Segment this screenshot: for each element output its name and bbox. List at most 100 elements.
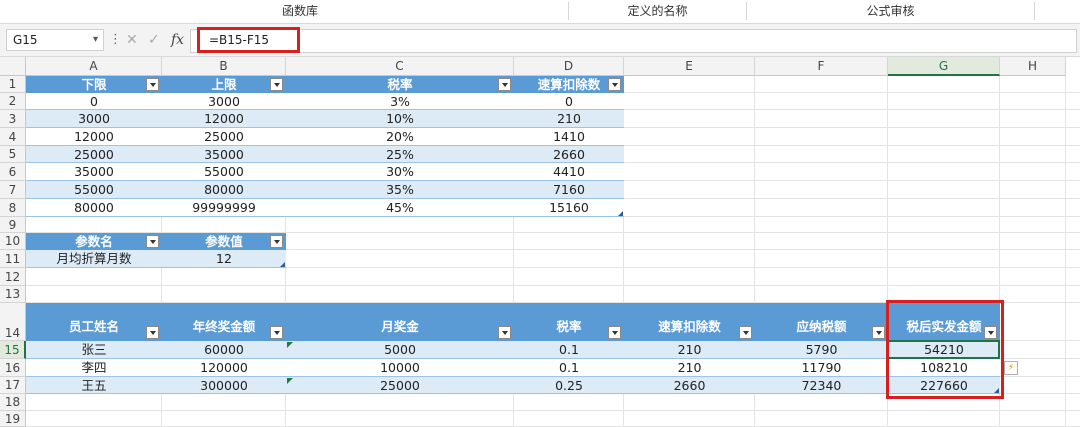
row-header-6[interactable]: 6 (0, 163, 26, 181)
lightning-icon[interactable]: ⚡ (1004, 361, 1018, 375)
bonus-table-header[interactable]: 月奖金 (286, 303, 514, 341)
filter-dropdown-icon[interactable] (270, 326, 283, 339)
row-header-18[interactable]: 18 (0, 394, 26, 411)
tax-table-cell[interactable]: 25% (286, 146, 514, 163)
bonus-table-cell[interactable]: 300000 (162, 377, 286, 394)
bonus-table-cell[interactable]: 60000 (162, 341, 286, 359)
filter-dropdown-icon[interactable] (498, 326, 511, 339)
tax-table-cell[interactable]: 25000 (26, 146, 162, 163)
tax-table-header[interactable]: 税率 (286, 76, 514, 93)
tax-table-cell[interactable]: 4410 (514, 163, 624, 181)
bonus-table-cell[interactable]: 李四 (26, 359, 162, 377)
bonus-table-cell[interactable]: 120000 (162, 359, 286, 377)
filter-dropdown-icon[interactable] (146, 78, 159, 91)
tax-table-cell[interactable]: 7160 (514, 181, 624, 199)
param-table-header[interactable]: 参数名 (26, 233, 162, 250)
filter-dropdown-icon[interactable] (270, 78, 283, 91)
tax-table-header[interactable]: 上限 (162, 76, 286, 93)
bonus-table-cell[interactable]: 5000 (286, 341, 514, 359)
bonus-table-cell[interactable]: 5790 (755, 341, 888, 359)
filter-dropdown-icon[interactable] (608, 326, 621, 339)
filter-dropdown-icon[interactable] (146, 235, 159, 248)
row-header-17[interactable]: 17 (0, 377, 26, 394)
cancel-icon[interactable]: ✕ (126, 29, 138, 51)
tax-table-cell[interactable]: 10% (286, 110, 514, 128)
row-header-10[interactable]: 10 (0, 233, 26, 250)
formula-input[interactable] (190, 29, 1077, 53)
tax-table-cell[interactable]: 80000 (162, 181, 286, 199)
bonus-table-cell[interactable]: 0.1 (514, 359, 624, 377)
tax-table-cell[interactable]: 1410 (514, 128, 624, 146)
tax-table-cell[interactable]: 99999999 (162, 199, 286, 217)
column-header-b[interactable]: B (162, 57, 286, 76)
bonus-table-header[interactable]: 员工姓名 (26, 303, 162, 341)
tax-table-cell[interactable]: 20% (286, 128, 514, 146)
column-header-f[interactable]: F (755, 57, 888, 76)
column-header-e[interactable]: E (624, 57, 755, 76)
spreadsheet-grid[interactable]: ABCDEFGH 1 2 3 4 5 6 7 8 9 10 11 12 13 14 15 16 17 18 19 下… (0, 57, 1080, 427)
column-header-d[interactable]: D (514, 57, 624, 76)
select-all-corner[interactable] (0, 57, 26, 76)
bonus-table-cell[interactable]: 11790 (755, 359, 888, 377)
formula-highlight[interactable]: =B15-F15 (197, 27, 300, 53)
tax-table-cell[interactable]: 0 (26, 93, 162, 110)
bonus-table-cell[interactable]: 0.1 (514, 341, 624, 359)
column-header-a[interactable]: A (26, 57, 162, 76)
tax-table-cell[interactable]: 55000 (162, 163, 286, 181)
row-header-11[interactable]: 11 (0, 250, 26, 268)
insert-function-icon[interactable]: fx (171, 29, 184, 51)
tax-table-cell[interactable]: 35000 (26, 163, 162, 181)
param-table-cell[interactable]: 12 (162, 250, 286, 268)
bonus-table-cell[interactable]: 72340 (755, 377, 888, 394)
tax-table-cell[interactable]: 15160 (514, 199, 624, 217)
filter-dropdown-icon[interactable] (608, 78, 621, 91)
bonus-table-header[interactable]: 应纳税额 (755, 303, 888, 341)
filter-dropdown-icon[interactable] (498, 78, 511, 91)
filter-dropdown-icon[interactable] (270, 235, 283, 248)
bonus-table-header[interactable]: 年终奖金额 (162, 303, 286, 341)
row-header-7[interactable]: 7 (0, 181, 26, 199)
tax-table-cell[interactable]: 45% (286, 199, 514, 217)
filter-dropdown-icon[interactable] (872, 326, 885, 339)
row-header-1[interactable]: 1 (0, 76, 26, 93)
bonus-table-cell[interactable]: 2660 (624, 377, 755, 394)
tax-table-cell[interactable]: 3000 (26, 110, 162, 128)
tax-table-cell[interactable]: 55000 (26, 181, 162, 199)
row-header-3[interactable]: 3 (0, 110, 26, 128)
row-header-9[interactable]: 9 (0, 217, 26, 233)
tax-table-cell[interactable]: 0 (514, 93, 624, 110)
bonus-table-cell[interactable]: 10000 (286, 359, 514, 377)
bonus-table-cell[interactable]: 210 (624, 341, 755, 359)
column-header-h[interactable]: H (1000, 57, 1066, 76)
column-header-c[interactable]: C (286, 57, 514, 76)
tax-table-cell[interactable]: 80000 (26, 199, 162, 217)
row-header-4[interactable]: 4 (0, 128, 26, 146)
tax-table-cell[interactable]: 210 (514, 110, 624, 128)
filter-dropdown-icon[interactable] (146, 326, 159, 339)
column-header-g[interactable]: G (888, 57, 1000, 76)
bonus-table-cell[interactable]: 210 (624, 359, 755, 377)
tax-table-cell[interactable]: 35% (286, 181, 514, 199)
row-header-5[interactable]: 5 (0, 146, 26, 163)
param-table-header[interactable]: 参数值 (162, 233, 286, 250)
row-header-2[interactable]: 2 (0, 93, 26, 110)
filter-dropdown-icon[interactable] (739, 326, 752, 339)
row-header-13[interactable]: 13 (0, 286, 26, 303)
tax-table-cell[interactable]: 2660 (514, 146, 624, 163)
bonus-table-cell[interactable]: 25000 (286, 377, 514, 394)
tax-table-cell[interactable]: 30% (286, 163, 514, 181)
bonus-table-cell[interactable]: 王五 (26, 377, 162, 394)
row-header-8[interactable]: 8 (0, 199, 26, 217)
bonus-table-cell[interactable]: 张三 (26, 341, 162, 359)
tax-table-cell[interactable]: 12000 (26, 128, 162, 146)
row-header-15[interactable]: 15 (0, 341, 26, 359)
table-resize-handle[interactable] (618, 211, 623, 216)
tax-table-cell[interactable]: 3000 (162, 93, 286, 110)
tax-table-cell[interactable]: 3% (286, 93, 514, 110)
name-box[interactable]: G15 ▾ (6, 29, 104, 51)
param-table-cell[interactable]: 月均折算月数 (26, 250, 162, 268)
enter-icon[interactable]: ✓ (148, 29, 160, 51)
row-header-12[interactable]: 12 (0, 268, 26, 286)
tax-table-cell[interactable]: 12000 (162, 110, 286, 128)
more-options-icon[interactable]: ⋮ (109, 29, 122, 51)
